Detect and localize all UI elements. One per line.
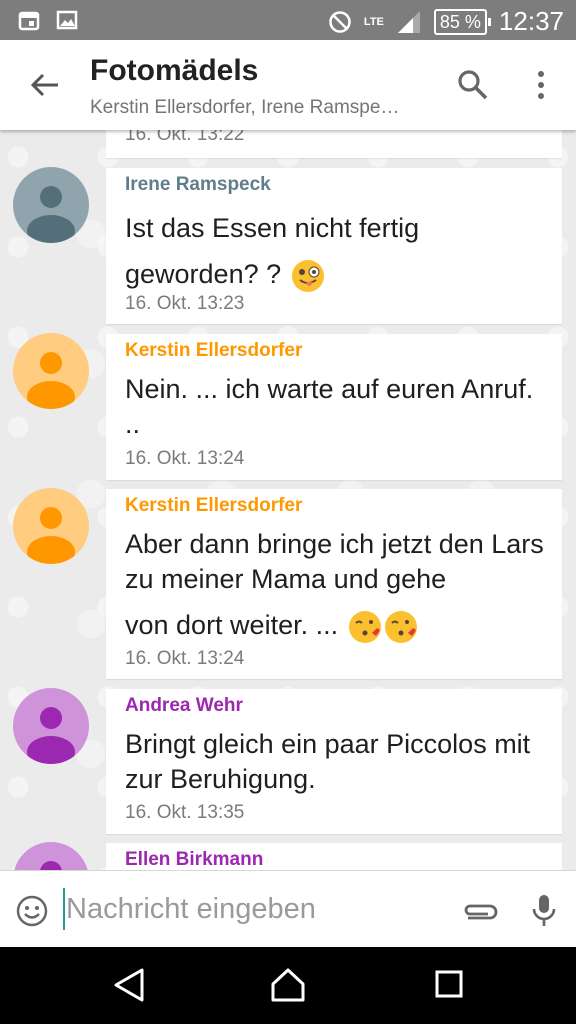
message-sender: Irene Ramspeck [125,174,271,195]
message-bubble[interactable]: Ellen Birkmann [106,843,562,870]
avatar[interactable] [13,842,89,870]
winking-tongue-emoji-icon [291,259,324,292]
message-time: 16. Okt. 13:22 [125,130,245,145]
compose-bar: Nachricht eingeben [0,870,576,948]
message-input[interactable]: Nachricht eingeben [66,893,316,926]
person-icon [27,507,75,564]
avatar[interactable] [13,488,89,564]
message-time: 16. Okt. 13:23 [125,293,245,314]
avatar[interactable] [13,333,89,409]
message-time: 16. Okt. 13:24 [125,448,245,469]
person-icon [27,352,75,409]
chat-title[interactable]: Fotomädels [90,54,258,88]
nav-home-icon[interactable] [270,967,306,1003]
battery-icon: 85 % [433,8,491,35]
lte-label: LTE [363,15,384,28]
do-not-disturb-icon [329,10,351,33]
message-text: Ist das Essen nicht fertig geworden? ? [125,205,548,297]
app-bar: Fotomädels Kerstin Ellersdorfer, Irene R… [0,40,576,130]
message-text-line: von dort weiter. ... [125,610,339,640]
message-text-line: Aber dann bringe ich jetzt den Lars zu m… [125,529,544,594]
microphone-icon[interactable] [530,893,558,927]
nav-back-icon[interactable] [112,967,146,1003]
message-text: Aber dann bringe ich jetzt den Lars zu m… [125,527,548,653]
message-time: 16. Okt. 13:24 [125,648,245,669]
message-bubble[interactable]: Andrea Wehr Bringt gleich ein paar Picco… [106,689,562,834]
message-sender: Kerstin Ellersdorfer [125,495,303,516]
kissing-face-emoji-icon [348,610,381,643]
status-bar: LTE 85 % 12:37 [0,0,576,40]
calendar-icon [18,11,40,31]
signal-icon [397,10,420,33]
emoji-icon[interactable] [16,895,48,927]
avatar[interactable] [13,688,89,764]
nav-recents-icon[interactable] [434,969,464,999]
attachment-icon[interactable] [462,895,498,925]
chat-participants[interactable]: Kerstin Ellersdorfer, Irene Ramspe… [90,97,435,119]
message-bubble[interactable]: Kerstin Ellersdorfer Nein. ... ich warte… [106,334,562,480]
message-time: 16. Okt. 13:35 [125,802,245,823]
message-sender: Ellen Birkmann [125,849,264,870]
person-icon [27,707,75,764]
message-text-line: Ist das Essen nicht fertig [125,213,420,243]
message-text: Bringt gleich ein paar Piccolos mit zur … [125,729,531,794]
message-bubble[interactable]: Kerstin Ellersdorfer Aber dann bringe ic… [106,489,562,679]
navigation-bar [0,947,576,1024]
text-cursor [63,888,65,930]
overflow-menu-icon[interactable] [526,68,556,102]
back-arrow-icon[interactable] [28,68,62,102]
kissing-face-emoji-icon [384,610,417,643]
message-bubble[interactable]: Irene Ramspeck Ist das Essen nicht ferti… [106,168,562,324]
search-icon[interactable] [456,68,490,102]
message-sender: Andrea Wehr [125,695,243,716]
person-icon [40,861,62,870]
image-icon [56,10,78,30]
person-icon [27,186,75,243]
message-text-line: geworden? ? [125,259,282,289]
message-list[interactable]: 16. Okt. 13:22 Irene Ramspeck Ist das Es… [0,130,576,870]
status-time: 12:37 [498,6,564,36]
avatar[interactable] [13,167,89,243]
message-sender: Kerstin Ellersdorfer [125,340,303,361]
message-text: Nein. ... ich warte auf euren Anruf. .. [125,374,534,439]
message-bubble[interactable]: 16. Okt. 13:22 [106,130,562,158]
